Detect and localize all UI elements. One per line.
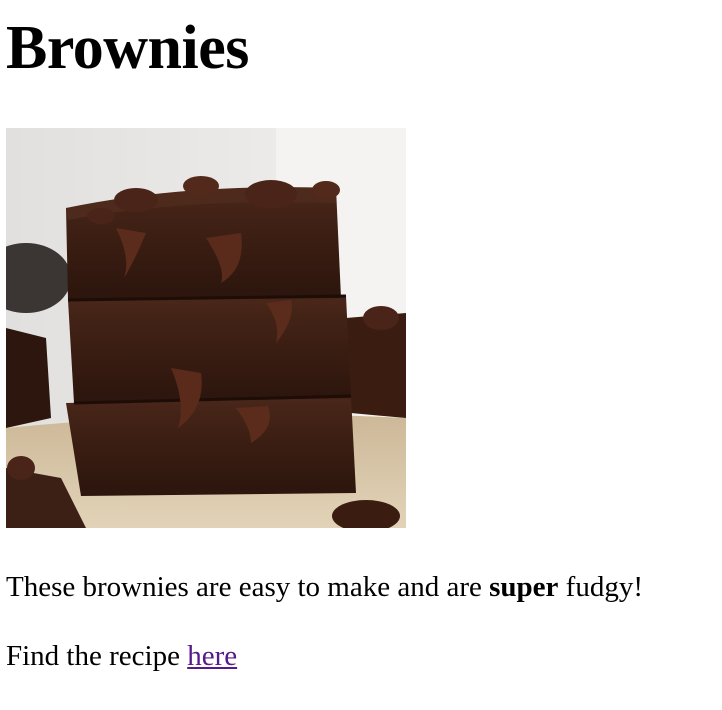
brownie-stack-photo — [6, 128, 406, 528]
recipe-link[interactable]: here — [187, 640, 237, 672]
recipe-paragraph: Find the recipe here — [6, 639, 237, 673]
page-title: Brownies — [6, 14, 249, 82]
recipe-text-before: Find the recipe — [6, 640, 188, 672]
description-paragraph: These brownies are easy to make and are … — [6, 570, 643, 604]
description-text-before: These brownies are easy to make and are — [6, 571, 490, 603]
description-text-after: fudgy! — [558, 571, 643, 603]
description-emphasis: super — [489, 571, 559, 603]
